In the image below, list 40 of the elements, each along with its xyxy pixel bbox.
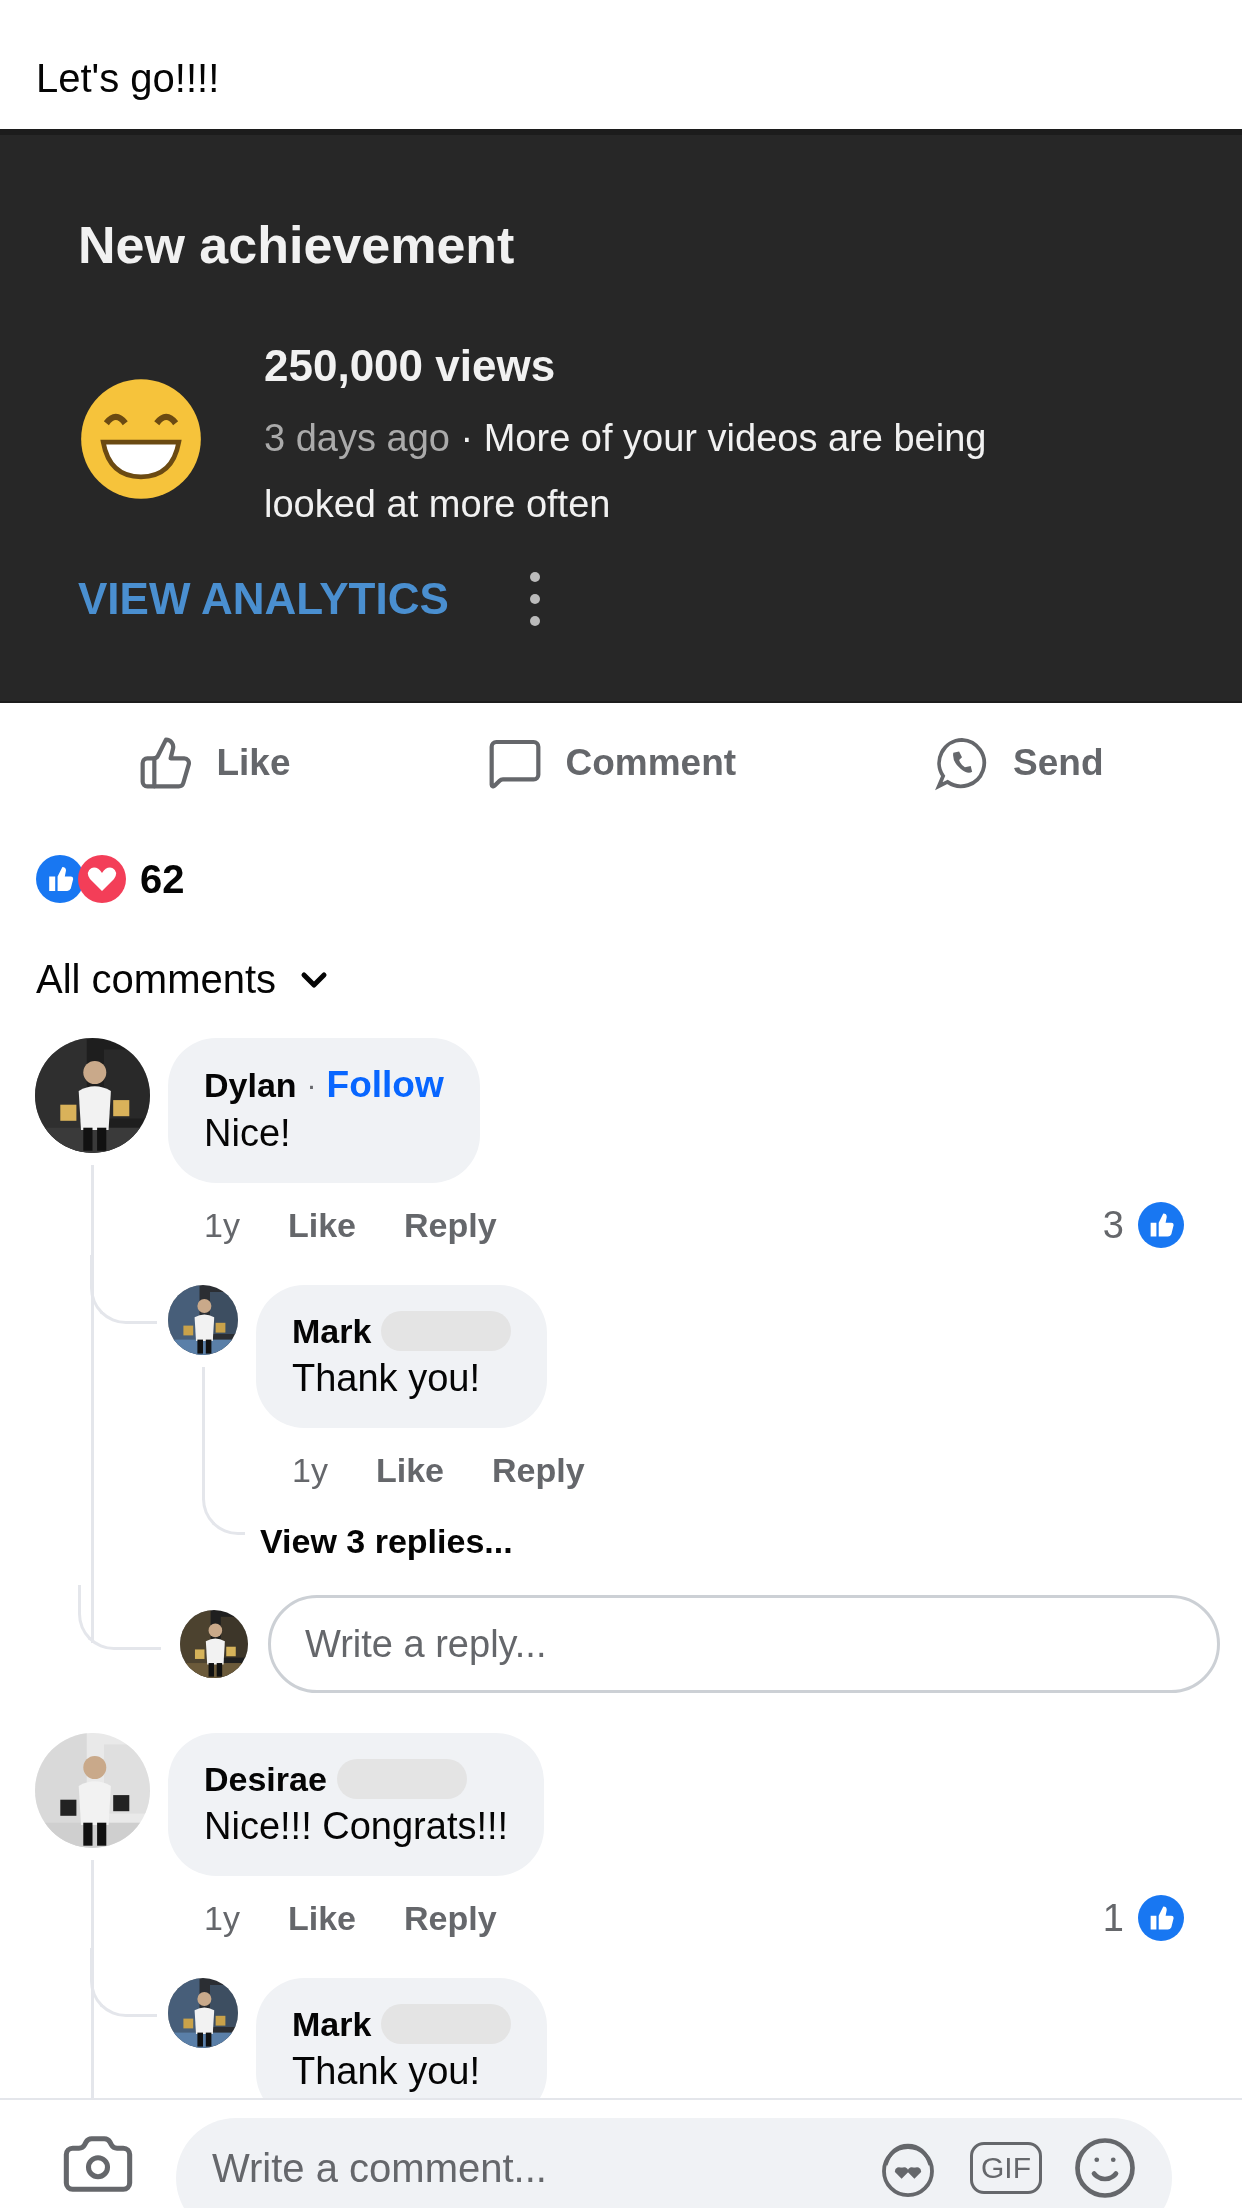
comment-time: 1y	[204, 1898, 240, 1938]
author-name[interactable]: Mark	[292, 1311, 372, 1351]
follow-link[interactable]: Follow	[326, 1064, 444, 1106]
achievement-title: New achievement	[78, 215, 516, 275]
grin-emoji-icon	[78, 376, 204, 502]
like-reaction-icon	[1138, 1202, 1184, 1248]
comment-time: 1y	[292, 1450, 328, 1490]
reply-field[interactable]: Write a reply...	[268, 1595, 1220, 1693]
comment-text: Thank you!	[292, 2050, 481, 2093]
like-action-button[interactable]: Like	[130, 727, 299, 799]
comment-time: 1y	[204, 1205, 240, 1245]
separator-dot: ·	[306, 1068, 317, 1102]
like-button[interactable]: Like	[375, 1450, 444, 1490]
comment-filter[interactable]: All comments	[0, 931, 371, 1038]
milestone-text: 250,000 views	[264, 341, 557, 391]
author-name[interactable]: Desirae	[204, 1759, 327, 1799]
author-name[interactable]: Mark	[292, 2004, 372, 2044]
reply-button[interactable]: Reply	[491, 1450, 585, 1490]
like-button[interactable]: Like	[287, 1898, 356, 1938]
comment-text: Nice!!! Congrats!!!	[204, 1805, 509, 1848]
achievement-description: 3 days ago · More of your videos are being looked at more often	[264, 416, 988, 527]
reply-button[interactable]: Reply	[403, 1898, 497, 1938]
like-button[interactable]: Like	[287, 1205, 356, 1245]
like-reaction-icon	[1138, 1895, 1184, 1941]
post-caption: Let's go!!!!	[35, 55, 221, 102]
send-action-button[interactable]: Send	[925, 726, 1112, 800]
view-replies-link[interactable]: View 3 replies...	[260, 1522, 513, 1561]
author-name[interactable]: Dylan	[204, 1065, 297, 1105]
reaction-count[interactable]: 62	[140, 856, 185, 902]
like-count: 1	[1102, 1896, 1124, 1940]
comment-action-button[interactable]: Comment	[479, 727, 745, 799]
more-options-icon[interactable]	[528, 571, 541, 627]
view-analytics-button[interactable]: VIEW ANALYTICS	[78, 574, 449, 624]
comment-text: Thank you!	[292, 1357, 481, 1400]
reply-button[interactable]: Reply	[403, 1205, 497, 1245]
comment-text: Nice!	[204, 1112, 292, 1155]
emoji-button[interactable]	[1072, 2135, 1138, 2201]
gif-button[interactable]: GIF	[970, 2142, 1042, 2194]
comment-field[interactable]: Write a comment... GIF	[176, 2118, 1172, 2208]
like-count: 3	[1102, 1203, 1124, 1247]
